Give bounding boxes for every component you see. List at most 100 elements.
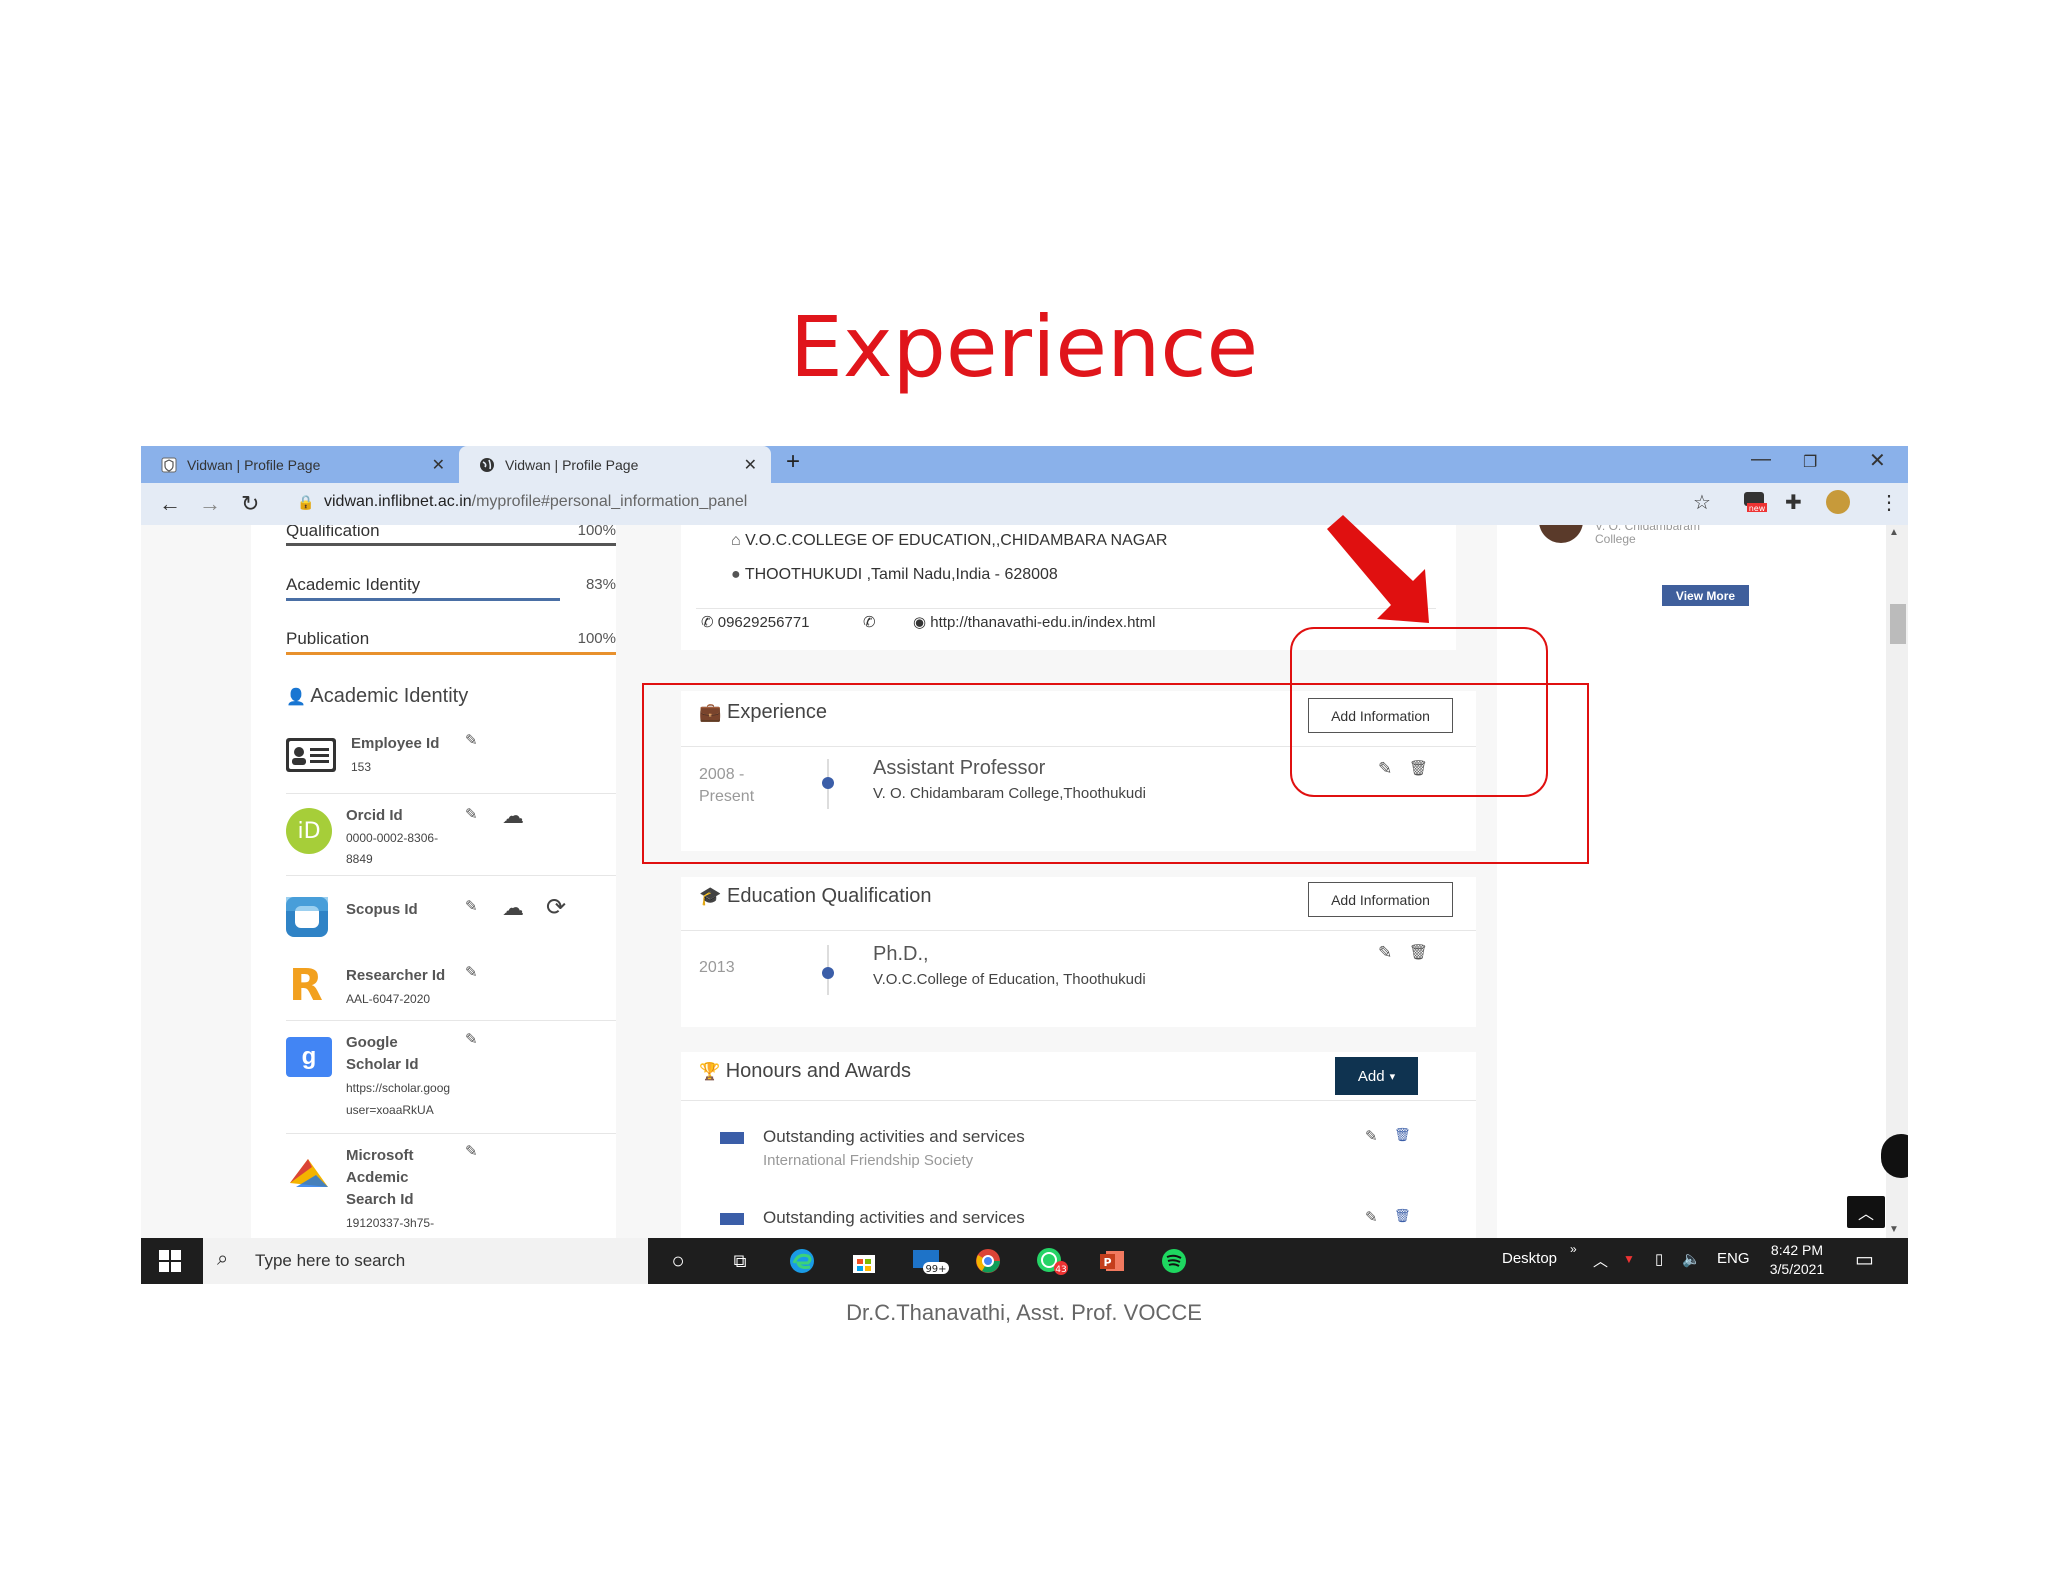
microsoft-value: 19120337-3h75- bbox=[346, 1216, 435, 1230]
edit-pencil-icon[interactable]: ✎ bbox=[1365, 1208, 1378, 1226]
back-icon[interactable]: ← bbox=[159, 491, 181, 517]
user-icon: 👤 bbox=[286, 689, 306, 706]
tab-active[interactable]: Vidwan | Profile Page ✕ bbox=[459, 446, 771, 483]
windows-start-icon[interactable] bbox=[159, 1250, 181, 1277]
edit-pencil-icon[interactable]: ✎ bbox=[465, 1030, 478, 1048]
microsoft-label-line2: Acdemic bbox=[346, 1169, 409, 1186]
tray-chevron-up-icon[interactable]: ︿ bbox=[1593, 1250, 1608, 1271]
progress-label: Qualification bbox=[286, 525, 380, 540]
flag-icon bbox=[720, 1132, 744, 1144]
cortana-icon[interactable]: ○ bbox=[663, 1246, 693, 1276]
add-education-button[interactable]: Add Information bbox=[1308, 882, 1453, 917]
education-degree: Ph.D., bbox=[873, 943, 929, 965]
left-sidebar: Qualification 100% Academic Identity 83%… bbox=[251, 525, 616, 1238]
google-scholar-value-line2: user=xoaaRkUA bbox=[346, 1103, 434, 1117]
language-indicator[interactable]: ENG bbox=[1717, 1250, 1750, 1267]
whatsapp-icon[interactable]: 43 bbox=[1035, 1246, 1071, 1276]
url-path: /myprofile#personal_information_panel bbox=[471, 493, 748, 510]
tab-title: Vidwan | Profile Page bbox=[187, 456, 321, 473]
bookmark-star-icon[interactable]: ☆ bbox=[1693, 490, 1711, 515]
spotify-icon[interactable] bbox=[1159, 1246, 1189, 1276]
edit-pencil-icon[interactable]: ✎ bbox=[465, 897, 478, 915]
phone-line: ✆ 09629256771 bbox=[701, 614, 810, 631]
restore-icon[interactable]: ❐ bbox=[1803, 452, 1817, 472]
desktop-toolbar-label[interactable]: Desktop bbox=[1502, 1250, 1557, 1267]
clock-time[interactable]: 8:42 PM bbox=[1767, 1242, 1827, 1258]
address-line: ● THOOTHUKUDI ,Tamil Nadu,India - 628008 bbox=[731, 566, 1058, 583]
battery-icon[interactable]: ▯ bbox=[1655, 1250, 1663, 1268]
progress-bar-qualification bbox=[286, 543, 616, 546]
award-title: Outstanding activities and services bbox=[763, 1127, 1025, 1146]
chevron-up-icon: ︿ bbox=[1857, 1206, 1874, 1223]
close-tab-icon[interactable]: ✕ bbox=[744, 455, 757, 475]
profile-affiliation-line2: College bbox=[1595, 532, 1636, 546]
researcher-id-label: Researcher Id bbox=[346, 967, 446, 984]
chrome-icon[interactable] bbox=[973, 1246, 1003, 1276]
new-badge-text: new bbox=[1749, 504, 1766, 513]
mail-icon[interactable]: 99+ bbox=[911, 1246, 951, 1276]
view-more-button[interactable]: View More bbox=[1662, 585, 1749, 606]
store-icon[interactable] bbox=[849, 1246, 879, 1276]
shield-icon bbox=[161, 457, 177, 473]
scroll-up-arrow-icon[interactable]: ▲ bbox=[1889, 527, 1899, 538]
award-org: International Friendship Society bbox=[763, 1152, 974, 1169]
website-line[interactable]: ◉ http://thanavathi-edu.in/index.html bbox=[913, 613, 1155, 631]
progress-label: Publication bbox=[286, 629, 370, 648]
cloud-download-icon[interactable]: ☁ bbox=[502, 803, 524, 829]
researcher-id-icon: R bbox=[289, 960, 323, 1011]
chevron-down-icon: ▾ bbox=[1389, 1070, 1396, 1083]
close-tab-icon[interactable]: ✕ bbox=[432, 455, 445, 475]
toolbar-expand-icon[interactable]: » bbox=[1570, 1242, 1577, 1256]
cloud-download-icon[interactable]: ☁ bbox=[502, 895, 524, 921]
right-panel: V. O. Chidambaram College View More bbox=[1497, 525, 1908, 1238]
trash-icon[interactable]: 🗑 bbox=[1409, 943, 1428, 961]
education-year: 2013 bbox=[699, 959, 735, 976]
scrollbar-thumb[interactable] bbox=[1890, 604, 1906, 644]
avatar[interactable] bbox=[1826, 490, 1850, 514]
forward-icon[interactable]: → bbox=[199, 491, 221, 517]
web-page: Qualification 100% Academic Identity 83%… bbox=[141, 525, 1908, 1238]
add-honours-button[interactable]: Add ▾ bbox=[1335, 1057, 1418, 1095]
notification-center-icon[interactable]: ▭ bbox=[1855, 1247, 1874, 1272]
address-field[interactable]: vidwan.inflibnet.ac.in/myprofile#persona… bbox=[324, 493, 747, 511]
extension-icon[interactable]: new bbox=[1741, 486, 1769, 520]
trophy-icon: 🏆 bbox=[699, 1062, 721, 1081]
edge-browser-icon[interactable] bbox=[787, 1246, 817, 1276]
taskbar-search-box[interactable]: ⌕ Type here to search bbox=[203, 1238, 648, 1284]
globe-icon: ◉ bbox=[913, 614, 927, 631]
edit-pencil-icon[interactable]: ✎ bbox=[465, 1142, 478, 1160]
divider bbox=[681, 930, 1476, 931]
powerpoint-icon[interactable]: P bbox=[1097, 1246, 1127, 1276]
tab-inactive[interactable]: Vidwan | Profile Page ✕ bbox=[141, 446, 459, 483]
orcid-id-value-line1: 0000-0002-8306- bbox=[346, 831, 439, 845]
tray-app-icon[interactable]: ▼ bbox=[1623, 1252, 1635, 1266]
edit-pencil-icon[interactable]: ✎ bbox=[1378, 943, 1392, 963]
honours-card: 🏆 Honours and Awards Add ▾ Outstanding ac… bbox=[681, 1052, 1476, 1238]
phone-icon: ✆ bbox=[863, 614, 876, 631]
sync-icon[interactable]: ⟳ bbox=[546, 893, 566, 922]
scroll-down-arrow-icon[interactable]: ▼ bbox=[1889, 1224, 1899, 1235]
volume-icon[interactable]: 🔈 bbox=[1682, 1250, 1701, 1268]
slide-footer: Dr.C.Thanavathi, Asst. Prof. VOCCE bbox=[846, 1300, 1202, 1325]
new-tab-icon[interactable]: + bbox=[786, 448, 800, 476]
researcher-id-value: AAL-6047-2020 bbox=[346, 992, 431, 1006]
phone-icon: ✆ bbox=[701, 614, 714, 631]
reload-icon[interactable]: ↻ bbox=[241, 491, 259, 517]
puzzle-icon[interactable]: ✚ bbox=[1785, 490, 1802, 515]
edit-pencil-icon[interactable]: ✎ bbox=[1365, 1127, 1378, 1145]
clock-date[interactable]: 3/5/2021 bbox=[1767, 1261, 1827, 1277]
trash-icon[interactable]: 🗑 bbox=[1394, 1127, 1411, 1143]
edit-pencil-icon[interactable]: ✎ bbox=[465, 731, 478, 749]
task-view-icon[interactable]: ⧉ bbox=[725, 1246, 755, 1276]
search-icon: ⌕ bbox=[217, 1248, 229, 1270]
minimize-icon[interactable]: — bbox=[1751, 448, 1771, 471]
menu-kebab-icon[interactable]: ⋮ bbox=[1879, 490, 1899, 515]
back-to-top-button[interactable]: ︿ bbox=[1847, 1196, 1885, 1228]
close-window-icon[interactable]: ✕ bbox=[1869, 448, 1886, 473]
employee-id-label: Employee Id bbox=[351, 735, 440, 752]
edit-pencil-icon[interactable]: ✎ bbox=[465, 963, 478, 981]
trash-icon[interactable]: 🗑 bbox=[1394, 1208, 1411, 1224]
progress-value: 83% bbox=[585, 576, 616, 593]
edit-pencil-icon[interactable]: ✎ bbox=[465, 805, 478, 823]
award-title: Outstanding activities and services bbox=[763, 1208, 1025, 1227]
